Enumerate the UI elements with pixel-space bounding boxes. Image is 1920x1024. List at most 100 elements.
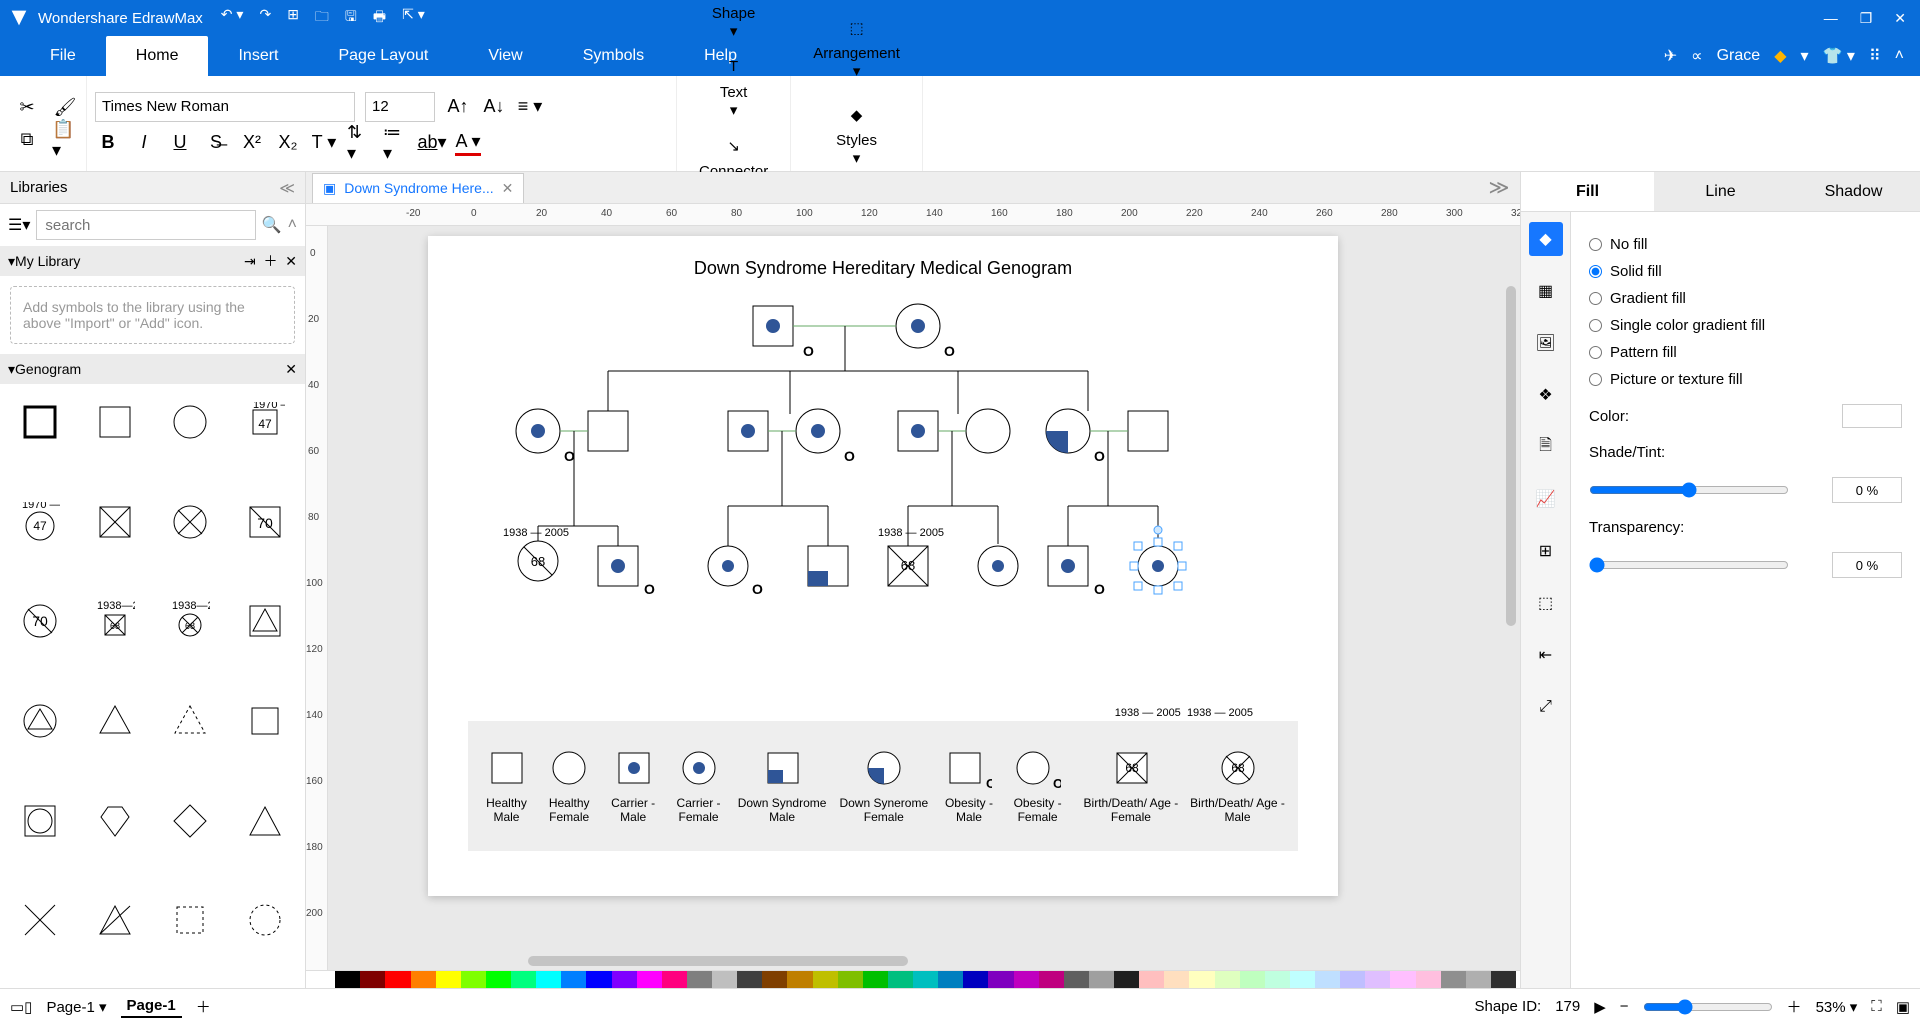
color-swatch-strip[interactable]: [712, 971, 737, 988]
scroll-library-up-icon[interactable]: ˄: [288, 216, 297, 234]
redo-icon[interactable]: ↷: [259, 6, 271, 30]
align-icon[interactable]: ≡ ▾: [517, 94, 543, 120]
font-family-combo[interactable]: [95, 92, 355, 122]
share-icon[interactable]: ∝: [1691, 46, 1702, 66]
palette-shape[interactable]: [83, 492, 148, 552]
rp-tab-line[interactable]: Line: [1654, 172, 1787, 211]
palette-shape[interactable]: [158, 890, 223, 950]
cut-icon[interactable]: ✂: [14, 95, 40, 121]
palette-shape[interactable]: 681938—2005: [83, 591, 148, 651]
color-swatch-strip[interactable]: [1265, 971, 1290, 988]
collapse-ribbon-icon[interactable]: ˄: [1895, 47, 1904, 65]
color-swatch-strip[interactable]: [511, 971, 536, 988]
color-swatch-strip[interactable]: [988, 971, 1013, 988]
add-page-icon[interactable]: ＋: [196, 996, 211, 1017]
palette-shape[interactable]: [158, 392, 223, 452]
palette-shape[interactable]: [8, 392, 73, 452]
export-icon[interactable]: ⇱ ▾: [402, 6, 425, 30]
color-swatch-strip[interactable]: [461, 971, 486, 988]
pages-icon[interactable]: ▭▯: [10, 998, 32, 1016]
color-swatch-strip[interactable]: [1189, 971, 1214, 988]
zoom-in-icon[interactable]: ＋: [1787, 996, 1802, 1017]
menu-view[interactable]: View: [458, 36, 552, 76]
color-swatch-strip[interactable]: [561, 971, 586, 988]
text-case-icon[interactable]: ab ▾: [419, 130, 445, 156]
fill-option-pattern[interactable]: Pattern fill: [1589, 344, 1902, 361]
color-swatch-strip[interactable]: [612, 971, 637, 988]
palette-shape[interactable]: 471970 —: [232, 392, 297, 452]
library-search-input[interactable]: [36, 210, 255, 240]
color-swatch-strip[interactable]: [637, 971, 662, 988]
rp-image-icon[interactable]: 🖼: [1529, 326, 1563, 360]
menu-insert[interactable]: Insert: [208, 36, 308, 76]
menu-file[interactable]: File: [20, 36, 106, 76]
text-effects-icon[interactable]: T ▾: [311, 130, 337, 156]
styles-button[interactable]: ◆Styles▾: [822, 94, 891, 171]
color-swatch-strip[interactable]: [938, 971, 963, 988]
fit-page-icon[interactable]: ⛶: [1871, 998, 1882, 1015]
transparency-slider[interactable]: [1589, 557, 1789, 573]
palette-shape[interactable]: [8, 791, 73, 851]
close-genogram-icon[interactable]: ✕: [285, 361, 297, 378]
color-swatch-strip[interactable]: [1365, 971, 1390, 988]
palette-shape[interactable]: 70: [232, 492, 297, 552]
open-icon[interactable]: 🗀: [315, 6, 329, 30]
rp-fill-icon[interactable]: ◆: [1529, 222, 1563, 256]
color-swatch-strip[interactable]: [1164, 971, 1189, 988]
chevron-down-icon[interactable]: ▾: [1801, 46, 1809, 66]
palette-shape[interactable]: [158, 492, 223, 552]
color-swatch-strip[interactable]: [1390, 971, 1415, 988]
color-swatch-strip[interactable]: [310, 971, 335, 988]
rp-chart-icon[interactable]: 📈: [1529, 482, 1563, 516]
maximize-icon[interactable]: ❐: [1860, 10, 1873, 27]
color-swatch-strip[interactable]: [838, 971, 863, 988]
undo-icon[interactable]: ↶ ▾: [221, 6, 244, 30]
menu-symbols[interactable]: Symbols: [553, 36, 674, 76]
color-swatch-strip[interactable]: [913, 971, 938, 988]
palette-shape[interactable]: [158, 791, 223, 851]
scrollbar-vertical[interactable]: [1506, 286, 1516, 626]
add-library-icon[interactable]: ＋: [263, 251, 277, 271]
rp-grid-icon[interactable]: ▦: [1529, 274, 1563, 308]
color-swatch-strip[interactable]: [385, 971, 410, 988]
strike-icon[interactable]: S̶: [203, 130, 229, 156]
color-swatch-strip[interactable]: [436, 971, 461, 988]
line-spacing-icon[interactable]: ⇅ ▾: [347, 130, 373, 156]
palette-shape[interactable]: [8, 890, 73, 950]
minimize-icon[interactable]: ―: [1824, 10, 1838, 27]
collapse-left-icon[interactable]: ≪: [279, 179, 295, 197]
color-swatch-strip[interactable]: [1089, 971, 1114, 988]
color-swatch-strip[interactable]: [360, 971, 385, 988]
document-tab[interactable]: ▣ Down Syndrome Here... ✕: [312, 173, 524, 203]
close-doc-icon[interactable]: ✕: [502, 180, 514, 197]
palette-shape[interactable]: [8, 691, 73, 751]
library-menu-icon[interactable]: ☰▾: [8, 215, 30, 235]
search-icon[interactable]: 🔍: [262, 215, 282, 235]
fill-option-none[interactable]: No fill: [1589, 236, 1902, 253]
rp-shape-icon[interactable]: ⬚: [1529, 586, 1563, 620]
send-icon[interactable]: ✈: [1664, 46, 1677, 66]
color-strip[interactable]: [306, 970, 1520, 988]
new-icon[interactable]: ⊞: [287, 6, 299, 30]
rp-page-icon[interactable]: 🗎: [1529, 430, 1563, 464]
shape-tool-button[interactable]: ▭Shape▾: [698, 0, 769, 44]
color-swatch-strip[interactable]: [586, 971, 611, 988]
color-swatch-strip[interactable]: [1215, 971, 1240, 988]
palette-shape[interactable]: [83, 392, 148, 452]
color-swatch-strip[interactable]: [1240, 971, 1265, 988]
zoom-value[interactable]: 53% ▾: [1816, 998, 1858, 1016]
color-swatch-strip[interactable]: [1014, 971, 1039, 988]
color-swatch-strip[interactable]: [888, 971, 913, 988]
color-swatch-strip[interactable]: [963, 971, 988, 988]
color-swatch-strip[interactable]: [486, 971, 511, 988]
close-window-icon[interactable]: ✕: [1894, 10, 1906, 27]
color-swatch-strip[interactable]: [687, 971, 712, 988]
transparency-spin[interactable]: [1832, 552, 1902, 578]
color-swatch-strip[interactable]: [1114, 971, 1139, 988]
fill-option-picture[interactable]: Picture or texture fill: [1589, 371, 1902, 388]
color-swatch-strip[interactable]: [787, 971, 812, 988]
palette-shape[interactable]: [232, 691, 297, 751]
palette-shape[interactable]: [83, 890, 148, 950]
palette-shape[interactable]: 471970 —: [8, 492, 73, 552]
color-swatch-strip[interactable]: [536, 971, 561, 988]
